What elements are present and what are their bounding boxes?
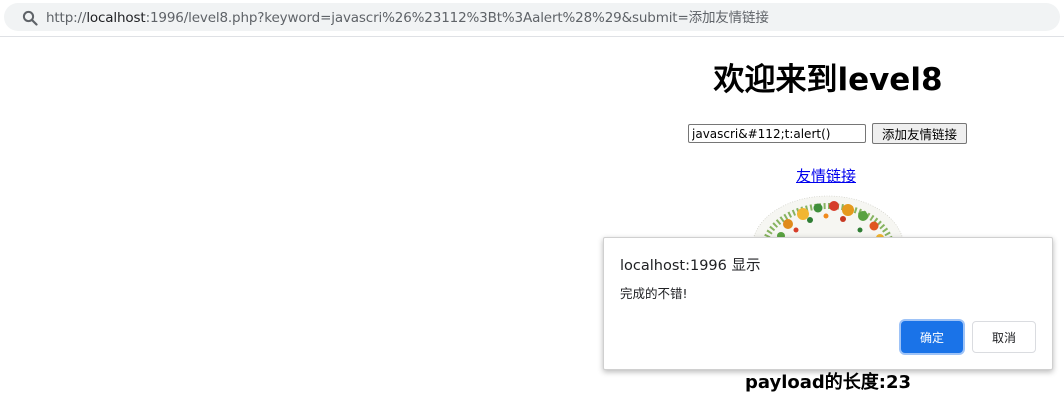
url-text[interactable]: http://localhost:1996/level8.php?keyword… <box>46 3 769 31</box>
alert-message: 完成的不错! <box>620 286 688 301</box>
friend-link[interactable]: 友情链接 <box>796 166 856 186</box>
payload-length: payload的长度:23 <box>744 372 912 393</box>
alert-dialog: localhost:1996 显示 完成的不错! 确定 取消 <box>603 237 1053 370</box>
page-title: 欢迎来到level8 <box>713 62 943 98</box>
confirm-button[interactable]: 确定 <box>901 321 963 353</box>
alert-origin: localhost:1996 显示 <box>620 258 761 274</box>
url-host: localhost <box>86 10 146 26</box>
address-bar: http://localhost:1996/level8.php?keyword… <box>0 0 1064 37</box>
url-rest: :1996/level8.php?keyword=javascri%26%231… <box>145 10 769 26</box>
search-icon <box>22 10 38 26</box>
cancel-button[interactable]: 取消 <box>972 321 1036 353</box>
add-friend-link-button[interactable]: 添加友情链接 <box>872 123 967 144</box>
url-prefix: http:// <box>46 10 87 26</box>
keyword-input[interactable] <box>688 124 866 143</box>
url-field[interactable]: http://localhost:1996/level8.php?keyword… <box>4 3 1060 31</box>
